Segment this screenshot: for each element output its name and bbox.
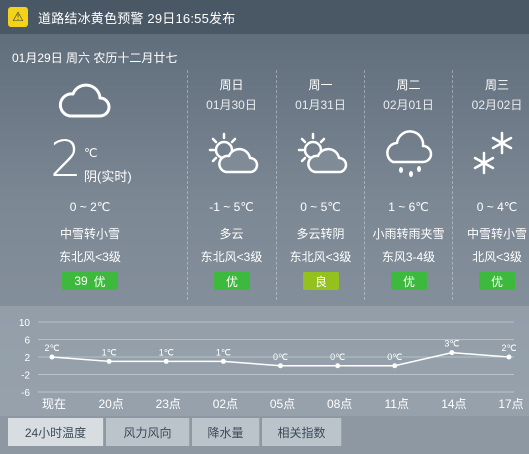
day-name: 周二 bbox=[396, 78, 421, 92]
data-label: 0℃ bbox=[387, 352, 402, 362]
tab-precipitation[interactable]: 降水量 bbox=[192, 418, 260, 446]
day-date: 02月01日 bbox=[383, 98, 434, 112]
y-tick-label: -6 bbox=[21, 388, 30, 399]
current-temperature: 2 bbox=[50, 130, 82, 188]
forecast-day-sunday[interactable]: 周日 01月30日 -1 ~ 5℃ 多云 东北风<3级 优 bbox=[187, 70, 275, 300]
x-tick-label: 17点 bbox=[498, 397, 523, 411]
x-tick-label: 现在 bbox=[42, 397, 66, 411]
day-date: 01月30日 bbox=[206, 98, 257, 112]
cloud-icon bbox=[58, 83, 111, 118]
day-date: 02月02日 bbox=[471, 98, 523, 112]
data-point bbox=[449, 350, 455, 356]
today-aqi-badge[interactable]: 39 优 bbox=[62, 272, 118, 290]
data-point bbox=[163, 358, 169, 364]
forecast-day-tuesday[interactable]: 周二 02月01日 1 ~ 6℃ 小雨转雨夹雪 东风3-4级 优 bbox=[364, 70, 452, 300]
rain-cloud-icon bbox=[386, 130, 433, 177]
day-temp-range: -1 ~ 5℃ bbox=[209, 200, 254, 214]
data-label: 2℃ bbox=[501, 343, 516, 353]
date-line: 01月29日 周六 农历十二月廿七 bbox=[12, 51, 178, 65]
data-point bbox=[49, 354, 55, 360]
data-label: 0℃ bbox=[273, 352, 288, 362]
day-wind: 东北风<3级 bbox=[289, 250, 352, 264]
forecast-day-wednesday[interactable]: 周三 02月02日 0 ~ 4℃ 中雪转小雪 北风<3级 优 bbox=[452, 70, 529, 300]
data-point bbox=[278, 363, 283, 369]
aqi-label: 优 bbox=[93, 274, 106, 289]
x-tick-label: 02点 bbox=[213, 397, 238, 411]
forecast-day-monday[interactable]: 周一 01月31日 0 ~ 5℃ 多云转阴 东北风<3级 良 bbox=[276, 70, 364, 300]
today-panel: 2 ℃ 阴(实时) 0 ~ 2℃ 中雪转小雪 东北风<3级 39 优 bbox=[0, 70, 170, 300]
x-tick-label: 23点 bbox=[156, 397, 181, 411]
day-name: 周一 bbox=[308, 78, 333, 92]
temperature-unit: ℃ bbox=[84, 146, 98, 160]
aqi-badge[interactable]: 优 bbox=[214, 272, 250, 290]
tab-24h-temperature[interactable]: 24小时温度 bbox=[8, 418, 104, 446]
aqi-badge[interactable]: 优 bbox=[391, 272, 427, 290]
x-tick-label: 08点 bbox=[327, 397, 352, 411]
data-label: 0℃ bbox=[330, 352, 345, 362]
x-tick-label: 14点 bbox=[441, 397, 466, 411]
day-temp-range: 0 ~ 5℃ bbox=[300, 200, 341, 214]
today-temp-range: 0 ~ 2℃ bbox=[69, 200, 111, 214]
today-condition: 中雪转小雪 bbox=[59, 227, 120, 241]
aqi-badge[interactable]: 良 bbox=[303, 272, 339, 290]
day-name: 周日 bbox=[219, 78, 244, 92]
day-name: 周三 bbox=[484, 78, 509, 92]
today-wind: 东北风<3级 bbox=[59, 250, 121, 264]
y-tick-label: 10 bbox=[19, 318, 31, 329]
day-condition: 多云 bbox=[219, 227, 244, 241]
day-condition: 多云转阴 bbox=[296, 227, 345, 241]
day-date: 01月31日 bbox=[295, 98, 346, 112]
y-tick-label: -2 bbox=[21, 371, 30, 382]
day-condition: 中雪转小雪 bbox=[466, 227, 527, 241]
tab-wind[interactable]: 风力风向 bbox=[106, 418, 190, 446]
data-point bbox=[220, 358, 226, 364]
data-label: 1℃ bbox=[216, 347, 231, 357]
aqi-badge[interactable]: 优 bbox=[479, 272, 515, 290]
warning-bar[interactable]: ⚠ 道路结冰黄色预警 29日16:55发布 bbox=[0, 0, 529, 34]
day-wind: 东风3-4级 bbox=[381, 250, 436, 264]
alert-icon: ⚠ bbox=[8, 7, 28, 27]
day-wind: 东北风<3级 bbox=[200, 250, 263, 264]
partly-cloudy-sun-icon bbox=[297, 132, 348, 174]
day-wind: 北风<3级 bbox=[472, 250, 522, 264]
data-label: 1℃ bbox=[102, 347, 117, 357]
day-condition: 小雨转雨夹雪 bbox=[372, 227, 445, 241]
x-tick-label: 05点 bbox=[270, 397, 295, 411]
tab-indices[interactable]: 相关指数 bbox=[262, 418, 342, 446]
data-label: 3℃ bbox=[444, 339, 459, 349]
data-label: 2℃ bbox=[44, 343, 59, 353]
hourly-temperature-chart: 10 6 2 -2 -6 2℃ 现在 1℃ 20点 1℃ 23点 1℃ 02点 0℃ 05点 0℃ 08点 0℃ 1… bbox=[19, 318, 524, 411]
data-point bbox=[106, 358, 112, 364]
aqi-value: 39 bbox=[74, 274, 88, 288]
chart-tabs: 24小时温度 风力风向 降水量 相关指数 bbox=[0, 416, 529, 454]
snowflake-icon bbox=[473, 131, 513, 175]
day-temp-range: 0 ~ 4℃ bbox=[476, 200, 518, 214]
warning-text[interactable]: 道路结冰黄色预警 29日16:55发布 bbox=[38, 8, 235, 27]
data-point bbox=[506, 354, 512, 360]
data-point bbox=[335, 363, 341, 369]
x-tick-label: 11点 bbox=[385, 397, 409, 411]
y-tick-label: 2 bbox=[24, 353, 30, 364]
data-point bbox=[392, 363, 398, 369]
y-tick-label: 6 bbox=[24, 336, 30, 347]
data-label: 1℃ bbox=[159, 347, 174, 357]
current-condition: 阴(实时) bbox=[84, 169, 132, 184]
partly-cloudy-sun-icon bbox=[208, 132, 259, 174]
day-temp-range: 1 ~ 6℃ bbox=[388, 200, 429, 214]
x-tick-label: 20点 bbox=[98, 397, 123, 411]
